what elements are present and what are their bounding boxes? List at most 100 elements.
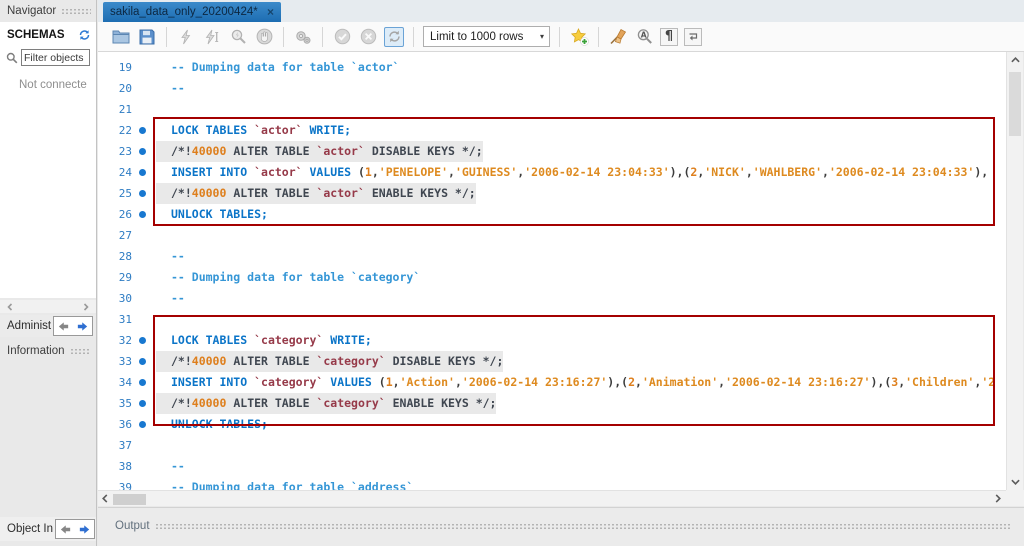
statement-marker-icon (139, 358, 146, 365)
code-line[interactable]: 21 (98, 99, 1006, 120)
sql-toolbar: Limit to 1000 rows ▾ A ¶ (98, 22, 1024, 52)
toolbar-separator (283, 27, 284, 47)
code-line[interactable]: 38-- (98, 456, 1006, 477)
folder-icon (112, 29, 130, 44)
dotted-fill (61, 8, 91, 15)
commit-button[interactable] (332, 27, 352, 47)
broom-icon (609, 28, 627, 45)
save-icon (139, 29, 155, 45)
scroll-down-icon[interactable] (1010, 476, 1021, 488)
search-icon (6, 52, 18, 64)
scroll-left-icon[interactable] (101, 494, 109, 503)
show-invisibles-toggle[interactable]: ¶ (660, 28, 678, 46)
statement-marker-icon (139, 421, 146, 428)
code-line[interactable]: 39-- Dumping data for table `address` (98, 477, 1006, 490)
code-line[interactable]: 37 (98, 435, 1006, 456)
beautify-button[interactable] (608, 27, 628, 47)
sidebar-item-administration[interactable]: Administ (0, 315, 96, 337)
scroll-left-icon[interactable] (6, 303, 14, 311)
stop-on-error-toggle[interactable] (293, 27, 313, 47)
code-line[interactable]: 28-- (98, 246, 1006, 267)
magnifier-a-icon: A (636, 28, 653, 45)
sidebar-item-object-info[interactable]: Object In (0, 517, 96, 541)
line-number: 22 (98, 120, 132, 141)
execute-button[interactable] (176, 27, 196, 47)
toolbar-separator (166, 27, 167, 47)
open-script-button[interactable] (111, 27, 131, 47)
code-line[interactable]: 30-- (98, 288, 1006, 309)
find-button[interactable]: A (634, 27, 654, 47)
code-line[interactable]: 27 (98, 225, 1006, 246)
code-line[interactable]: 22LOCK TABLES `actor` WRITE; (98, 120, 1006, 141)
dotted-fill (155, 523, 1012, 530)
code-line[interactable]: 26UNLOCK TABLES; (98, 204, 1006, 225)
statement-marker-icon (139, 211, 146, 218)
page-back-icon[interactable] (60, 524, 71, 535)
line-number: 28 (98, 246, 132, 267)
vertical-scroll-thumb[interactable] (1009, 72, 1021, 136)
refresh-schemas-icon[interactable] (78, 29, 91, 41)
dotted-fill (70, 348, 91, 355)
output-panel: Output (98, 507, 1024, 546)
circular-arrows-icon (387, 29, 402, 44)
x-circle-icon (360, 28, 377, 45)
save-script-button[interactable] (137, 27, 157, 47)
code-line[interactable]: 19-- Dumping data for table `actor` (98, 57, 1006, 78)
code-line[interactable]: 34INSERT INTO `category` VALUES (1,'Acti… (98, 372, 1006, 393)
navigator-label: Navigator (7, 5, 56, 17)
code-line[interactable]: 32LOCK TABLES `category` WRITE; (98, 330, 1006, 351)
line-number: 25 (98, 183, 132, 204)
code-line[interactable]: 36UNLOCK TABLES; (98, 414, 1006, 435)
editor-horizontal-scrollbar[interactable] (98, 490, 1006, 506)
code-line[interactable]: 35/*!40000 ALTER TABLE `category` ENABLE… (98, 393, 1006, 414)
line-number: 33 (98, 351, 132, 372)
code-line[interactable]: 31 (98, 309, 1006, 330)
statement-marker-icon (139, 379, 146, 386)
tab-title: sakila_data_only_20200424* (110, 6, 263, 18)
scrollbar-corner (1006, 490, 1024, 506)
filter-objects-input[interactable] (21, 49, 90, 66)
wrap-text-toggle[interactable] (684, 28, 702, 46)
page-back-icon[interactable] (58, 321, 69, 332)
tab-sakila-data-only[interactable]: sakila_data_only_20200424* × (103, 2, 281, 22)
code-lines: 19-- Dumping data for table `actor`20--2… (98, 52, 1006, 490)
line-number: 38 (98, 456, 132, 477)
line-number: 35 (98, 393, 132, 414)
toolbar-separator (559, 27, 560, 47)
code-line[interactable]: 33/*!40000 ALTER TABLE `category` DISABL… (98, 351, 1006, 372)
save-snippet-button[interactable] (569, 27, 589, 47)
code-line[interactable]: 25/*!40000 ALTER TABLE `actor` ENABLE KE… (98, 183, 1006, 204)
line-number: 37 (98, 435, 132, 456)
page-forward-icon[interactable] (79, 524, 90, 535)
sql-editor[interactable]: 19-- Dumping data for table `actor`20--2… (98, 52, 1006, 490)
pilcrow-icon: ¶ (665, 29, 673, 44)
stop-button[interactable] (254, 27, 274, 47)
navigator-sidebar: Navigator SCHEMAS Not connecte Administ … (0, 0, 97, 546)
limit-rows-dropdown[interactable]: Limit to 1000 rows ▾ (423, 26, 550, 47)
code-line[interactable]: 23/*!40000 ALTER TABLE `actor` DISABLE K… (98, 141, 1006, 162)
scroll-up-icon[interactable] (1010, 54, 1021, 66)
autocommit-toggle[interactable] (384, 27, 404, 47)
scroll-right-icon[interactable] (82, 303, 90, 311)
editor-vertical-scrollbar[interactable] (1006, 52, 1023, 490)
code-line[interactable]: 24INSERT INTO `actor` VALUES (1,'PENELOP… (98, 162, 1006, 183)
sidebar-mini-scrollbar[interactable] (0, 300, 96, 313)
page-forward-icon[interactable] (77, 321, 88, 332)
rollback-button[interactable] (358, 27, 378, 47)
close-icon[interactable]: × (267, 5, 274, 19)
execute-current-button[interactable] (202, 27, 222, 47)
line-number: 32 (98, 330, 132, 351)
explain-button[interactable] (228, 27, 248, 47)
toolbar-separator (413, 27, 414, 47)
line-number: 26 (98, 204, 132, 225)
horizontal-scroll-thumb[interactable] (113, 494, 146, 505)
scroll-right-icon[interactable] (994, 494, 1002, 503)
statement-marker-icon (139, 337, 146, 344)
not-connected-label: Not connecte (19, 79, 96, 91)
toolbar-separator (598, 27, 599, 47)
lightning-icon (178, 29, 194, 45)
code-line[interactable]: 20-- (98, 78, 1006, 99)
code-line[interactable]: 29-- Dumping data for table `category` (98, 267, 1006, 288)
check-circle-icon (334, 28, 351, 45)
statement-marker-icon (139, 190, 146, 197)
